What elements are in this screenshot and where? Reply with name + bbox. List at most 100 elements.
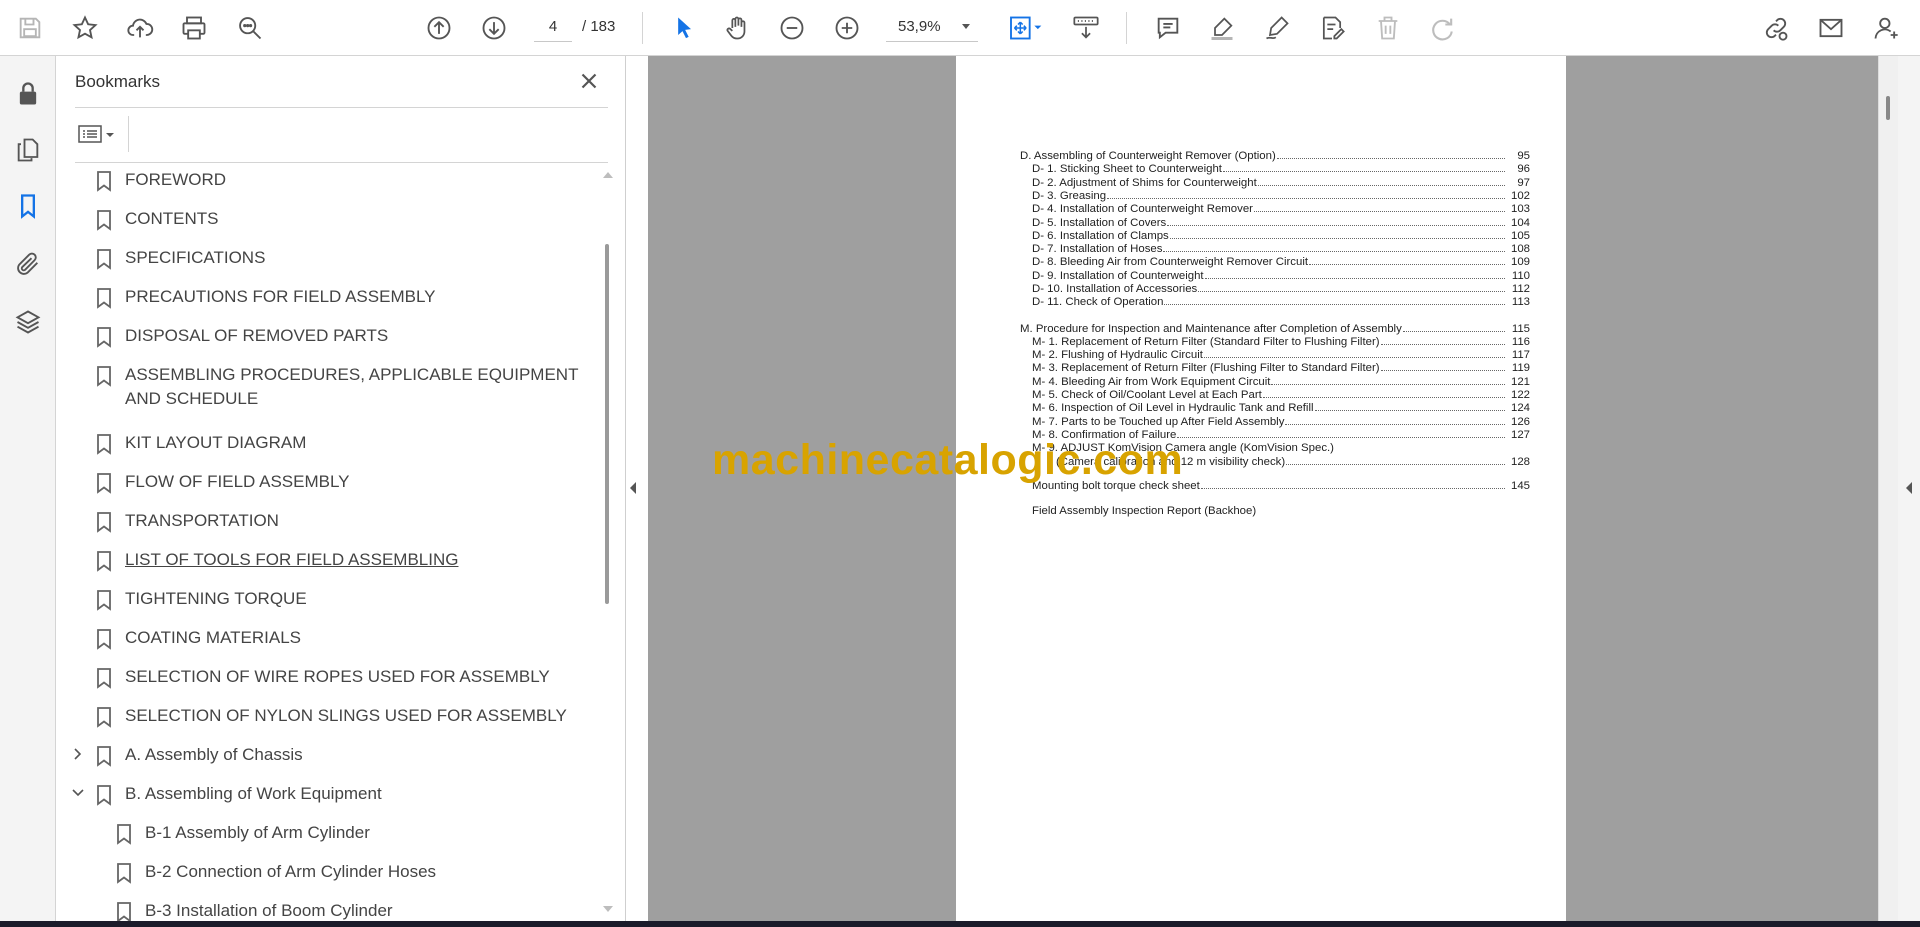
toc-entry-page: 108	[1510, 243, 1530, 256]
toc-entry-page: 126	[1510, 415, 1530, 428]
zoom-out-icon[interactable]	[774, 10, 810, 46]
zoom-level-dropdown[interactable]: 53,9%	[886, 12, 978, 42]
toc-entry-page: 121	[1510, 375, 1530, 388]
expand-right-panel-icon[interactable]	[1904, 480, 1914, 496]
bookmark-options-button[interactable]	[76, 120, 124, 148]
upload-icon[interactable]	[122, 10, 158, 46]
toc-leader-dots	[1198, 283, 1505, 292]
toc-leader-dots	[1167, 217, 1505, 226]
toc-entry: D- 2. Adjustment of Shims for Counterwei…	[1020, 177, 1530, 190]
bookmark-icon	[96, 433, 112, 455]
bookmark-icon	[96, 589, 112, 611]
bookmark-label: TIGHTENING TORQUE	[125, 589, 307, 608]
toc-entry-page: 97	[1517, 176, 1530, 189]
page-total: / 183	[582, 18, 616, 35]
toc-entry-page: 102	[1510, 189, 1530, 202]
attachment-icon[interactable]	[12, 248, 44, 280]
share-link-icon[interactable]	[1758, 10, 1794, 46]
toc-entry-title: M- 2. Flushing of Hydraulic Circuit	[1032, 349, 1203, 362]
bookmark-label: PRECAUTIONS FOR FIELD ASSEMBLY	[125, 287, 436, 306]
toolbar-divider	[642, 12, 643, 44]
toc-entry-title: D- 7. Installation of Hoses	[1032, 243, 1163, 256]
bookmark-icon	[116, 901, 132, 921]
toc-leader-dots	[1309, 256, 1505, 266]
scroll-down-icon[interactable]	[603, 906, 613, 912]
chevron-down-icon[interactable]	[70, 785, 86, 801]
scrollbar-thumb[interactable]	[1886, 96, 1890, 120]
toc-entry-title: D- 11. Check of Operation	[1032, 296, 1164, 309]
document-viewport[interactable]: D. Assembling of Counterweight Remover (…	[648, 56, 1878, 921]
scroll-up-icon[interactable]	[603, 172, 613, 178]
fit-page-icon[interactable]	[1002, 10, 1048, 46]
draw-icon[interactable]	[1259, 10, 1295, 46]
toc-entry: D- 3. Greasing 102	[1020, 190, 1530, 203]
bookmark-label: COATING MATERIALS	[125, 628, 302, 647]
toc-entry-page: 105	[1510, 229, 1530, 242]
main-toolbar: / 183 53,9%	[0, 0, 1920, 56]
toc-entry-title: D- 3. Greasing	[1032, 189, 1107, 202]
toc-entry: M- 7. Parts to be Touched up After Field…	[1020, 416, 1530, 429]
taskbar-edge	[0, 921, 1920, 927]
toc-entry-page: 122	[1510, 389, 1530, 401]
print-icon[interactable]	[176, 10, 212, 46]
toc-entry-page: 95	[1517, 150, 1530, 162]
email-icon[interactable]	[1813, 10, 1849, 46]
highlight-icon[interactable]	[1204, 10, 1240, 46]
bookmark-icon	[96, 667, 112, 689]
bookmarks-scrollbar[interactable]	[600, 168, 614, 916]
select-cursor-icon[interactable]	[666, 10, 702, 46]
fill-sign-icon[interactable]	[1314, 10, 1350, 46]
comment-icon[interactable]	[1150, 10, 1186, 46]
bookmark-icon	[96, 706, 112, 728]
document-scrollbar[interactable]	[1878, 56, 1898, 921]
chevron-right-icon[interactable]	[70, 746, 86, 762]
bookmark-icon	[96, 365, 112, 387]
page-up-icon[interactable]	[421, 10, 457, 46]
bookmark-icon[interactable]	[12, 190, 44, 222]
toc-leader-dots	[1286, 456, 1505, 465]
toc-entry: D. Assembling of Counterweight Remover (…	[1020, 150, 1530, 163]
hand-icon[interactable]	[719, 10, 755, 46]
toc-entry-title: D- 10. Installation of Accessories	[1032, 283, 1198, 295]
bookmark-label: B. Assembling of Work Equipment	[125, 784, 382, 803]
bookmark-icon	[116, 862, 132, 884]
toc-entry: M. Procedure for Inspection and Maintena…	[1020, 323, 1530, 336]
bookmark-icon	[96, 511, 112, 533]
toc-entry-title: Field Assembly Inspection Report (Backho…	[1032, 504, 1257, 517]
bookmark-label: CONTENTS	[125, 209, 219, 228]
collapse-panel-icon[interactable]	[628, 480, 638, 496]
toc-leader-dots	[1163, 243, 1505, 253]
toc-entry: M- 4. Bleeding Air from Work Equipment C…	[1020, 376, 1530, 389]
save-icon[interactable]	[12, 10, 48, 46]
toc-entry: M- 5. Check of Oil/Coolant Level at Each…	[1020, 389, 1530, 402]
toc-entry-page: 124	[1510, 402, 1530, 415]
toc-entry-title: D- 2. Adjustment of Shims for Counterwei…	[1032, 176, 1257, 189]
bookmark-icon	[96, 287, 112, 309]
pages-icon[interactable]	[12, 134, 44, 166]
zoom-in-icon[interactable]	[829, 10, 865, 46]
star-icon[interactable]	[67, 10, 103, 46]
account-icon[interactable]	[1868, 10, 1904, 46]
bookmark-icon	[96, 248, 112, 270]
page-number-input[interactable]	[534, 12, 572, 42]
toc-entry-page: 104	[1510, 216, 1530, 229]
toc-entry: D- 10. Installation of Accessories 112	[1020, 283, 1530, 296]
delete-icon[interactable]	[1370, 10, 1406, 46]
find-icon[interactable]	[232, 10, 268, 46]
bookmark-icon	[96, 326, 112, 348]
toc-leader-dots	[1164, 296, 1505, 306]
toc-entry-title: M. Procedure for Inspection and Maintena…	[1020, 322, 1402, 335]
page-down-icon[interactable]	[476, 10, 512, 46]
toc-entry-page: 113	[1511, 296, 1530, 309]
toc-entry-page: 128	[1510, 455, 1530, 468]
close-icon[interactable]	[576, 68, 602, 94]
toc-leader-dots	[1107, 190, 1505, 199]
bookmark-label: TRANSPORTATION	[125, 511, 279, 530]
lock-icon[interactable]	[12, 78, 44, 110]
scrollbar-thumb[interactable]	[605, 244, 609, 604]
redo-icon[interactable]	[1425, 10, 1461, 46]
scroll-mode-icon[interactable]	[1068, 10, 1104, 46]
layers-icon[interactable]	[12, 306, 44, 338]
bookmark-label: SELECTION OF NYLON SLINGS USED FOR ASSEM…	[125, 706, 567, 725]
toc-leader-dots	[1271, 376, 1505, 385]
